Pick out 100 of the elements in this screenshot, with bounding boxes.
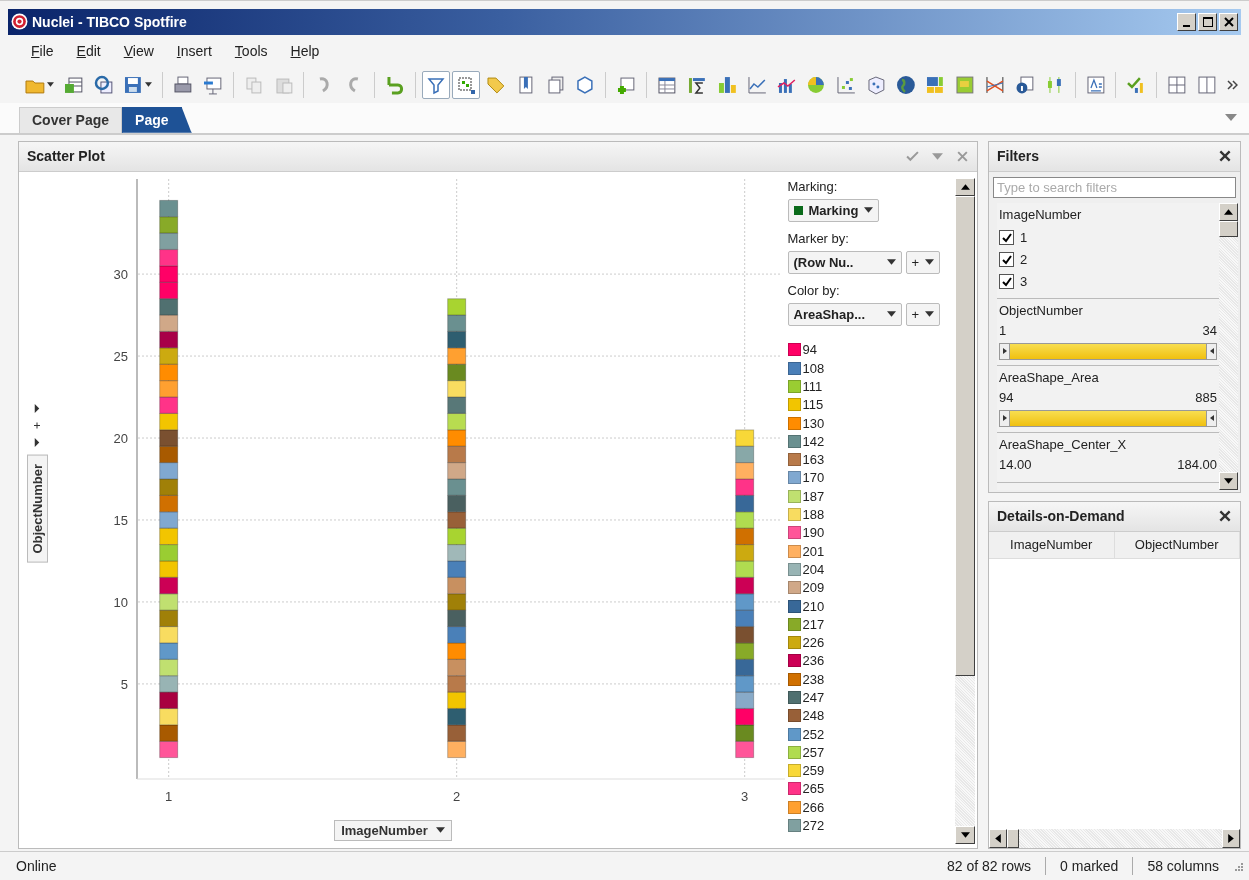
x-axis-selector[interactable]: ImageNumber [334,819,452,841]
axis-tick-label: 30 [113,266,128,282]
minimize-button[interactable] [1177,12,1196,31]
legend-label: 201 [802,543,825,559]
hexagon-icon[interactable] [575,74,596,95]
menu-item[interactable]: Insert [176,42,212,59]
grid-layout-icon[interactable] [1167,74,1188,95]
menu-item[interactable]: View [123,42,154,59]
marked-count: 0 marked [1060,858,1119,875]
info-table-icon[interactable] [1014,74,1035,95]
scrollbar[interactable] [955,177,975,845]
arrow-icon [1002,415,1007,422]
expand-arrow-icon[interactable] [33,403,41,413]
scrollbar[interactable] [1219,202,1238,490]
legend-label: 236 [802,653,825,669]
checkbox[interactable] [999,230,1014,246]
search-field[interactable]: Type to search filters [993,176,1236,198]
parallel-coordinates-icon[interactable] [985,74,1005,95]
axis-tick-label: 5 [120,676,128,692]
add-table-icon[interactable] [63,74,84,95]
slider-handle[interactable] [1206,409,1217,427]
arrow-icon [1209,415,1214,422]
scroll-down-button[interactable] [955,826,975,845]
range-min-value: 14.00 [999,456,1032,472]
menu-item[interactable]: Help [290,42,320,59]
filter-button[interactable] [421,70,450,99]
maximize-button[interactable] [1198,12,1217,31]
page-tab[interactable]: Cover Page [19,106,123,133]
dropdown-caret-icon[interactable] [1225,113,1237,122]
scatter-chart-icon[interactable] [836,74,856,95]
checkmark-icon [1001,276,1012,287]
scroll-left-button[interactable] [989,829,1007,849]
pages-icon[interactable] [545,74,566,95]
legend-label: 252 [802,726,825,742]
add-dropdown[interactable]: + [905,250,941,274]
export-icon[interactable] [203,74,223,95]
treemap-icon[interactable] [925,74,946,95]
resize-grip-icon[interactable] [1233,861,1243,872]
scatter-marker[interactable] [158,199,178,217]
line-chart-icon[interactable] [746,74,767,95]
column-header[interactable]: ImageNumber [989,531,1115,558]
save-icon[interactable] [123,74,144,95]
marking-button[interactable] [451,70,480,99]
row-count: 82 of 82 rows [947,858,1032,875]
slider-handle[interactable] [999,342,1010,360]
legend-label: 272 [802,818,825,834]
slider-handle[interactable] [1206,342,1217,360]
new-visualization-icon[interactable] [616,74,637,95]
add-dropdown[interactable]: + [905,302,941,326]
caret-icon[interactable] [46,82,54,88]
caret-icon[interactable] [145,82,153,88]
scroll-right-button[interactable] [1222,829,1240,849]
scroll-up-button[interactable] [955,177,975,196]
close-button[interactable] [1219,12,1238,31]
y-axis-selector[interactable]: ObjectNumber [27,454,48,563]
add-icon[interactable] [33,420,41,430]
scroll-thumb[interactable] [1007,829,1019,849]
axis-tick-label: 20 [113,430,128,446]
reload-icon[interactable] [93,74,114,95]
scatter-marker[interactable] [446,298,466,316]
slider-handle[interactable] [999,409,1010,427]
range-max-value: 885 [1195,389,1217,405]
checkbox[interactable] [999,274,1014,290]
scroll-thumb[interactable] [955,195,975,676]
print-icon[interactable] [173,74,193,95]
table-icon[interactable] [657,74,677,95]
menu-item[interactable]: Tools [234,42,268,59]
menu-item[interactable]: Edit [76,42,101,59]
scatter-marker[interactable] [734,429,754,447]
range-max-value: 184.00 [1177,456,1217,472]
scroll-up-button[interactable] [1219,202,1238,221]
two-column-layout-icon[interactable] [1197,74,1217,95]
pie-chart-icon[interactable] [806,74,826,95]
page-tab[interactable]: Page [122,106,192,133]
heat-map-icon[interactable] [955,74,976,95]
marker-by-dropdown[interactable]: (Row Nu.. [787,250,902,274]
app-logo-icon [11,13,28,31]
menu-item[interactable]: File [31,42,54,59]
color-by-dropdown[interactable]: AreaShap... [787,302,902,326]
up-arrow-icon [1224,208,1233,215]
checkbox[interactable] [999,252,1014,268]
bar-chart-icon[interactable] [716,74,737,95]
globe-icon[interactable] [895,74,916,95]
check-icon[interactable] [906,149,919,163]
marking-dropdown[interactable]: Marking [787,198,880,222]
legend-label: 204 [802,561,825,577]
reset-icon[interactable] [385,74,405,95]
panel-title: Details-on-Demand [997,508,1126,525]
expand-arrow-icon[interactable] [33,437,41,447]
caret-icon [886,259,896,266]
column-header[interactable]: ObjectNumber [1114,531,1240,558]
more-chevron-icon[interactable] [1227,79,1239,90]
close-icon[interactable] [1218,149,1232,164]
axis-tick-label: 10 [113,594,128,610]
cube-chart-icon[interactable] [865,74,886,95]
tag-icon[interactable] [485,74,506,95]
scrollbar[interactable] [989,829,1240,849]
caret-icon [886,311,896,318]
close-icon[interactable] [1218,509,1232,524]
text-area-icon[interactable] [1085,74,1106,95]
